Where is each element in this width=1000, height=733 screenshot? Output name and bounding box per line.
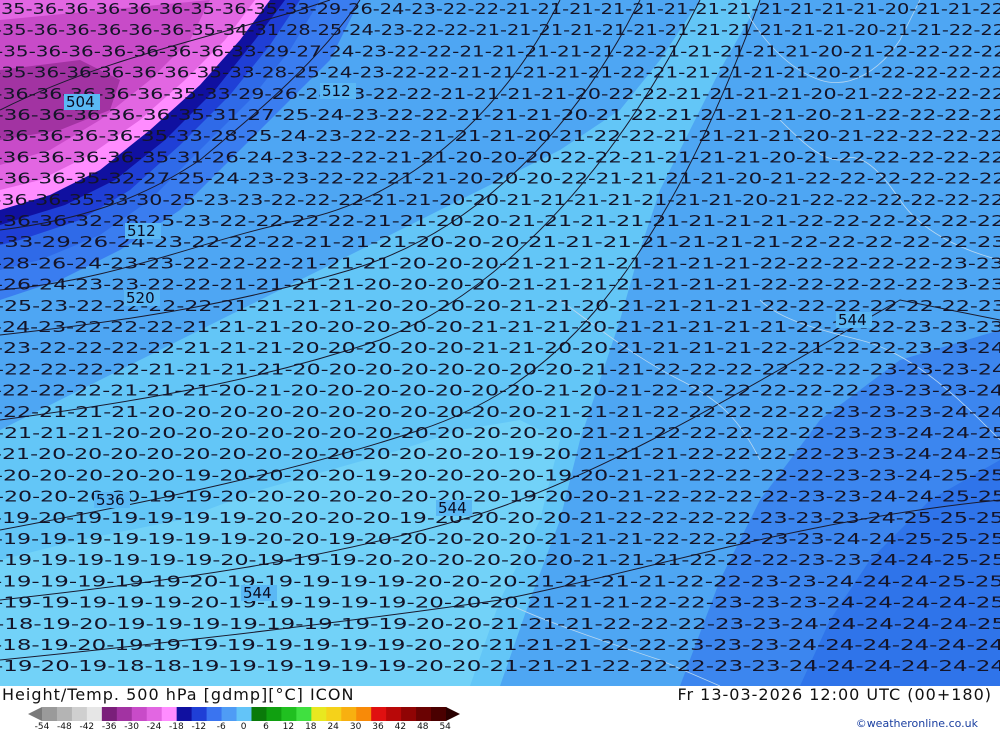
colorbar-segment <box>371 707 387 721</box>
colorbar-segment <box>86 707 103 721</box>
temperature-label-row: -19-19-19-19-19-20-19-19-19-19-19-20-20-… <box>0 594 1000 612</box>
colorbar-tick: 6 <box>263 722 269 732</box>
temperature-label-row: -22-22-22-21-21-21-20-21-20-20-20-20-20-… <box>0 382 1000 400</box>
temperature-label-row: -36-36-35-32-27-25-24-23-23-22-22-21-21-… <box>0 170 1000 188</box>
temperature-label-row: -35-36-36-36-36-36-35-33-28-25-24-23-22-… <box>0 64 1000 82</box>
temperature-label-row: -22-22-22-22-21-21-21-21-20-20-20-20-20-… <box>0 360 1000 378</box>
colorbar-tick: -18 <box>169 722 184 732</box>
colorbar-tick: 18 <box>305 722 317 732</box>
temperature-label-row: -35-36-36-36-36-36-35-36-35-33-29-26-24-… <box>0 0 1000 18</box>
colorbar-tick: 48 <box>417 722 429 732</box>
temperature-label-row: -36-36-35-33-30-25-23-23-22-22-22-21-21-… <box>0 191 1000 209</box>
height-label: 544 <box>838 311 867 329</box>
temperature-label-row: -36-36-36-36-35-33-28-25-24-23-22-22-21-… <box>0 127 1000 145</box>
map-footer: Height/Temp. 500 hPa [gdmp][°C] ICON Fr … <box>0 686 1000 733</box>
temperature-label-row: -18-19-20-19-19-19-19-19-19-19-19-20-20-… <box>0 615 1000 633</box>
colorbar-segment <box>116 707 133 721</box>
colorbar-segment <box>191 707 208 721</box>
temperature-label-row: -35-36-36-36-36-36-35-34-31-28-25-24-23-… <box>0 21 1000 39</box>
height-label: 536 <box>96 491 125 509</box>
colorbar-segment <box>176 707 193 721</box>
colorbar-segment <box>251 707 267 721</box>
temperature-label-row: -36-36-36-36-35-31-26-24-23-22-22-21-21-… <box>0 148 1000 166</box>
colorbar-segment <box>161 707 178 721</box>
colorbar-tick: 42 <box>394 722 407 732</box>
colorbar-segment <box>356 707 372 721</box>
temperature-label-row: -19-19-19-19-19-20-19-19-19-19-19-20-20-… <box>0 572 1000 590</box>
height-label: 512 <box>322 82 351 100</box>
temperature-label-row: -36-36-36-36-36-35-31-27-25-24-23-22-22-… <box>0 106 1000 124</box>
height-label: 544 <box>438 499 467 517</box>
colorbar-segment <box>131 707 148 721</box>
colorbar-segment <box>266 707 282 721</box>
weather-map: -35-36-36-36-36-36-35-36-35-33-29-26-24-… <box>0 0 1000 687</box>
temperature-label-row: -19-20-19-18-18-19-19-19-19-19-19-20-20-… <box>0 657 1000 675</box>
temperature-label-row: -21-21-21-20-20-20-20-20-20-20-20-20-20-… <box>0 424 1000 442</box>
temperature-label-row: -21-20-20-20-20-20-20-20-20-20-20-20-20-… <box>0 445 1000 463</box>
colorbar-segment <box>341 707 357 721</box>
colorbar-tick: -48 <box>57 722 72 732</box>
colorbar-segment <box>146 707 163 721</box>
temperature-label-row: -19-19-19-19-19-19-20-19-19-19-20-20-20-… <box>0 551 1000 569</box>
colorbar-segment <box>296 707 312 721</box>
colorbar-tick: -36 <box>101 722 117 732</box>
colorbar-tick: 30 <box>349 722 362 732</box>
colorbar-tick: -30 <box>124 722 139 732</box>
colorbar <box>28 707 460 721</box>
temperature-label-row: -18-19-20-19-19-19-19-19-19-19-19-20-20-… <box>0 636 1000 654</box>
colorbar-tick: 12 <box>282 722 295 732</box>
colorbar-tick: -6 <box>216 722 226 732</box>
colorbar-tick: 24 <box>327 722 339 732</box>
colorbar-tick: -24 <box>146 722 162 732</box>
height-label: 544 <box>243 584 272 602</box>
temperature-label-row: -22-21-21-21-20-20-20-20-20-20-20-20-20-… <box>0 403 1000 421</box>
colorbar-segment <box>71 707 88 721</box>
temperature-label-row: -35-36-36-36-36-36-36-33-29-27-24-23-22-… <box>0 42 1000 60</box>
colorbar-segment <box>56 707 73 721</box>
height-label: 520 <box>126 289 155 307</box>
height-label: 512 <box>127 222 156 240</box>
colorbar-tick: -54 <box>34 722 50 732</box>
colorbar-segment <box>311 707 327 721</box>
colorbar-segment <box>326 707 342 721</box>
credit-link[interactable]: ©weatheronline.co.uk <box>856 717 978 730</box>
temperature-label-row: -36-36-36-36-36-35-33-29-26-24-23-22-22-… <box>0 85 1000 103</box>
height-label: 504 <box>66 93 95 111</box>
colorbar-left-arrow <box>28 707 42 721</box>
temperature-label-row: -28-26-24-23-23-22-22-22-21-21-21-20-20-… <box>0 254 1000 272</box>
colorbar-segment <box>42 707 58 721</box>
map-datetime: Fr 13-03-2026 12:00 UTC (00+180) <box>677 685 992 704</box>
colorbar-segment <box>386 707 402 721</box>
colorbar-segment <box>431 707 447 721</box>
colorbar-segments <box>42 707 447 721</box>
map-title: Height/Temp. 500 hPa [gdmp][°C] ICON <box>2 685 355 704</box>
map-canvas: -35-36-36-36-36-36-35-36-35-33-29-26-24-… <box>0 0 1000 687</box>
temperature-label-row: -19-19-19-19-19-19-19-20-20-19-20-20-20-… <box>0 530 1000 548</box>
colorbar-tick: 54 <box>439 722 451 732</box>
colorbar-tick: -12 <box>191 722 207 732</box>
temperature-label-row: -19-20-19-19-19-19-19-20-20-20-20-19-20-… <box>0 509 1000 527</box>
colorbar-right-arrow <box>446 707 460 721</box>
colorbar-segment <box>416 707 432 721</box>
temperature-label-row: -20-20-20-20-20-19-20-20-20-20-19-20-20-… <box>0 466 1000 484</box>
colorbar-tick: -42 <box>79 722 95 732</box>
colorbar-segment <box>101 707 118 721</box>
temperature-label-row: -23-22-22-22-22-21-21-21-20-20-20-20-20-… <box>0 339 1000 357</box>
temperature-label-row: -20-20-20-20-19-19-20-20-20-20-20-20-20-… <box>0 488 1000 506</box>
colorbar-segment <box>236 707 252 721</box>
colorbar-segment <box>401 707 417 721</box>
colorbar-tick: 36 <box>372 722 384 732</box>
colorbar-tick: 0 <box>240 722 247 732</box>
colorbar-segment <box>281 707 297 721</box>
colorbar-segment <box>221 707 238 721</box>
colorbar-segment <box>206 707 223 721</box>
